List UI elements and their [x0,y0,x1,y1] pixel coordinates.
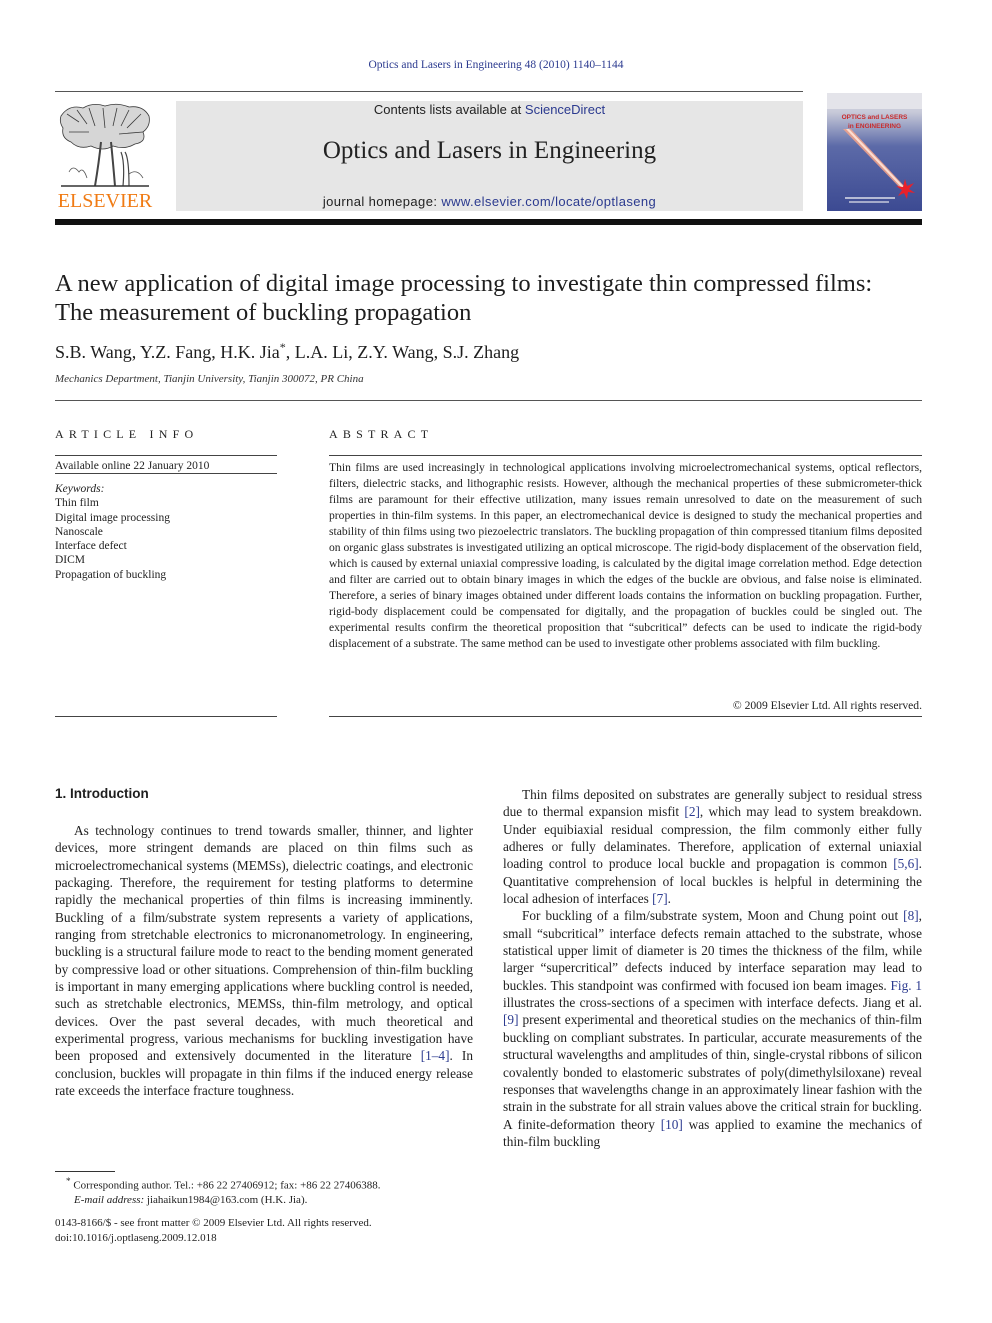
journal-name: Optics and Lasers in Engineering [322,137,657,164]
text-run: . [667,891,671,907]
article-info-rule-mid [55,473,277,474]
masthead-bottom-rule [55,219,922,225]
body-column-left: As technology continues to trend towards… [55,822,473,1100]
homepage-line: journal homepage: www.elsevier.com/locat… [176,194,803,209]
corresponding-author-footnote: * Corresponding author. Tel.: +86 22 274… [66,1174,486,1208]
laser-beam-icon [843,129,915,203]
keyword-item: Nanoscale [55,525,103,538]
doi-line[interactable]: doi:10.1016/j.optlaseng.2009.12.018 [55,1231,475,1246]
journal-banner: Contents lists available at ScienceDirec… [176,101,803,211]
intro-paragraph-1: As technology continues to trend towards… [55,822,473,1100]
footnote-contact: * Corresponding author. Tel.: +86 22 274… [66,1174,486,1193]
running-header[interactable]: Optics and Lasers in Engineering 48 (201… [0,59,992,71]
intro-paragraph-2: Thin films deposited on substrates are g… [503,786,922,907]
text-run: present experimental and theoretical stu… [503,1012,922,1132]
keyword-item: Interface defect [55,540,127,553]
footnote-email-line: E-mail address: jiahaikun1984@163.com (H… [66,1193,486,1208]
abstract-copyright: © 2009 Elsevier Ltd. All rights reserved… [732,699,922,712]
affiliation: Mechanics Department, Tianjin University… [55,373,364,385]
journal-cover-thumbnail[interactable]: OPTICS and LASERS in ENGINEERING [827,93,922,211]
section-heading-introduction: 1. Introduction [55,786,149,801]
text-run: For buckling of a film/substrate system,… [522,908,904,924]
citation-link[interactable]: [5,6] [893,856,918,871]
keywords-label: Keywords: [55,483,105,495]
abstract-heading: ABSTRACT [329,427,434,441]
abstract-text: Thin films are used increasingly in tech… [329,461,922,650]
issn-line: 0143-8166/$ - see front matter © 2009 El… [55,1217,372,1229]
authors-part2: , L.A. Li, Z.Y. Wang, S.J. Zhang [285,342,520,362]
keyword-item: Thin film [55,497,99,510]
article-info-rule-top [55,455,277,456]
masthead-top-rule [55,91,803,92]
sciencedirect-link[interactable]: ScienceDirect [525,102,605,117]
keywords-block: Keywords: Thin film Digital image proces… [55,482,170,582]
contents-line: Contents lists available at ScienceDirec… [176,102,803,117]
footnote-rule [55,1171,115,1172]
article-info-rule-bottom [55,716,277,717]
text-run: As technology continues to trend towards… [55,823,473,1064]
front-matter: 0143-8166/$ - see front matter © 2009 El… [55,1216,475,1245]
title-divider [55,400,922,401]
intro-paragraph-3: For buckling of a film/substrate system,… [503,907,922,1150]
abstract-rule-bottom [329,716,922,717]
citation-link[interactable]: [10] [661,1117,683,1132]
keyword-item: DICM [55,554,86,567]
email-address[interactable]: jiahaikun1984@163.com (H.K. Jia). [144,1194,307,1206]
elsevier-tree-icon [59,103,150,187]
homepage-prefix: journal homepage: [322,194,442,209]
body-column-right: Thin films deposited on substrates are g… [503,786,922,1150]
figure-link[interactable]: Fig. 1 [891,978,922,993]
author-list: S.B. Wang, Y.Z. Fang, H.K. Jia*, L.A. Li… [55,340,519,363]
text-run: illustrates the cross-sections of a spec… [503,995,922,1011]
keyword-item: Propagation of buckling [55,568,167,581]
citation-link[interactable]: [7] [652,891,668,906]
available-online: Available online 22 January 2010 [55,460,210,472]
abstract-rule-top [329,455,922,456]
keyword-item: Digital image processing [55,511,170,524]
elsevier-wordmark: ELSEVIER [57,190,153,212]
citation-link[interactable]: [8] [903,908,919,923]
citation-link[interactable]: [1–4] [421,1048,450,1063]
email-label: E-mail address: [74,1194,145,1207]
journal-homepage-link[interactable]: www.elsevier.com/locate/optlaseng [441,194,656,209]
contents-prefix: Contents lists available at [373,102,525,117]
elsevier-logo[interactable]: ELSEVIER [55,100,155,212]
authors-part1: S.B. Wang, Y.Z. Fang, H.K. Jia [55,342,280,362]
footnote-phone-fax: Corresponding author. Tel.: +86 22 27406… [70,1179,381,1192]
article-title: A new application of digital image proce… [55,270,873,326]
citation-link[interactable]: [2] [684,804,700,819]
article-info-heading: ARTICLE INFO [55,427,199,441]
citation-link[interactable]: [9] [503,1012,519,1027]
